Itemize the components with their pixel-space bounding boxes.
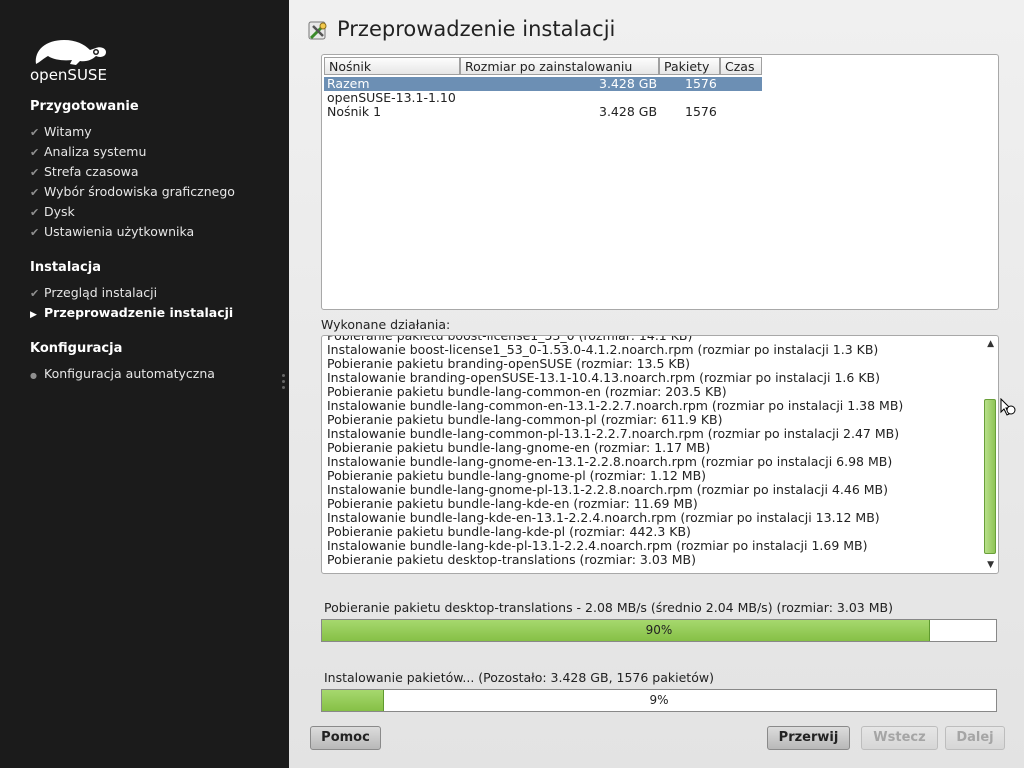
next-button[interactable]: Dalej (945, 726, 1005, 750)
sidebar-item-auto-configuration: ● Konfiguracja automatyczna (30, 366, 215, 382)
install-progress-text: 9% (649, 693, 669, 707)
log-line: Pobieranie pakietu bundle-lang-kde-en (r… (327, 496, 698, 511)
back-button[interactable]: Wstecz (861, 726, 938, 750)
log-line: Pobieranie pakietu bundle-lang-common-pl… (327, 412, 723, 427)
media-table[interactable]: Nośnik Rozmiar po zainstalowaniu Pakiety… (321, 54, 999, 310)
sidebar-item-disk: ✔ Dysk (30, 204, 75, 220)
column-header-installed-size[interactable]: Rozmiar po zainstalowaniu (460, 57, 659, 75)
logo-text: openSUSE (30, 66, 107, 84)
cell-medium: openSUSE-13.1-1.10 (327, 90, 456, 105)
log-line: Instalowanie bundle-lang-kde-en-13.1-2.2… (327, 510, 880, 525)
log-line: Instalowanie bundle-lang-kde-pl-13.1-2.2… (327, 538, 868, 553)
download-progress-label: Pobieranie pakietu desktop-translations … (324, 600, 893, 615)
bullet-icon: ● (30, 371, 37, 380)
abort-button[interactable]: Przerwij (767, 726, 850, 750)
log-line: Pobieranie pakietu branding-openSUSE (ro… (327, 356, 691, 371)
log-line: Pobieranie pakietu bundle-lang-kde-pl (r… (327, 524, 691, 539)
log-line: Instalowanie bundle-lang-gnome-en-13.1-2… (327, 454, 893, 469)
cell-size: 3.428 GB (599, 76, 658, 91)
sidebar-item-perform-installation: ▶ Przeprowadzenie instalacji (30, 305, 233, 321)
sidebar-item-label: Witamy (44, 124, 92, 139)
cell-size: 3.428 GB (599, 104, 658, 119)
chameleon-icon (35, 40, 106, 65)
installation-tools-icon (308, 21, 327, 40)
sidebar-item-label: Przegląd instalacji (44, 285, 158, 300)
log-scrollbar-thumb[interactable] (984, 399, 996, 554)
sidebar-item-desktop-selection: ✔ Wybór środowiska graficznego (30, 184, 235, 200)
column-header-time[interactable]: Czas (720, 57, 762, 75)
log-line: Instalowanie boost-license1_53_0-1.53.0-… (327, 342, 879, 357)
busy-cursor-icon (1000, 398, 1016, 416)
check-icon: ✔ (30, 146, 40, 159)
log-label: Wykonane działania: (321, 317, 451, 332)
scroll-down-arrow-icon[interactable]: ▼ (987, 560, 994, 570)
main-content: Przeprowadzenie instalacji Nośnik Rozmia… (289, 0, 1024, 768)
log-line: Instalowanie bundle-lang-gnome-pl-13.1-2… (327, 482, 889, 497)
download-progress-bar: 90% (321, 619, 997, 642)
log-line: Instalowanie bundle-lang-common-en-13.1-… (327, 398, 904, 413)
sidebar-item-label: Wybór środowiska graficznego (44, 184, 235, 199)
log-line: Pobieranie pakietu bundle-lang-gnome-pl … (327, 468, 707, 483)
table-row[interactable]: openSUSE-13.1-1.10 (324, 91, 762, 105)
log-line: Instalowanie branding-openSUSE-13.1-10.4… (327, 370, 880, 385)
log-line: Instalowanie bundle-lang-common-pl-13.1-… (327, 426, 900, 441)
current-arrow-icon: ▶ (30, 310, 37, 320)
abort-button-label: Przerwij (778, 730, 839, 745)
section-title-installation: Instalacja (30, 260, 101, 275)
download-progress-text: 90% (645, 623, 673, 637)
column-header-medium[interactable]: Nośnik (324, 57, 460, 75)
sidebar-item-welcome: ✔ Witamy (30, 124, 92, 140)
install-progress-label: Instalowanie pakietów... (Pozostało: 3.4… (324, 670, 714, 685)
column-header-packages[interactable]: Pakiety (659, 57, 720, 75)
cell-medium: Razem (327, 76, 370, 91)
section-title-configuration: Konfiguracja (30, 341, 123, 356)
sidebar-resize-handle[interactable] (282, 374, 286, 396)
install-progress-bar: 9% (321, 689, 997, 712)
sidebar-item-label: Strefa czasowa (44, 164, 139, 179)
cell-packages: 1576 (685, 104, 717, 119)
sidebar-item-label: Dysk (44, 204, 75, 219)
page-title: Przeprowadzenie instalacji (337, 17, 616, 41)
sidebar-item-label: Analiza systemu (44, 144, 147, 159)
sidebar-item-label: Konfiguracja automatyczna (44, 366, 215, 381)
sidebar-item-user-settings: ✔ Ustawienia użytkownika (30, 224, 194, 240)
check-icon: ✔ (30, 226, 40, 239)
scroll-up-arrow-icon[interactable]: ▲ (987, 339, 994, 349)
check-icon: ✔ (30, 186, 40, 199)
check-icon: ✔ (30, 206, 40, 219)
help-button[interactable]: Pomoc (310, 726, 381, 750)
cell-medium: Nośnik 1 (327, 104, 382, 119)
sidebar-item-label: Ustawienia użytkownika (44, 224, 195, 239)
sidebar-item-system-analysis: ✔ Analiza systemu (30, 144, 146, 160)
next-button-label: Dalej (956, 730, 994, 745)
log-lines: Pobieranie pakietu boost-license1_53_0 (… (327, 336, 977, 567)
cell-packages: 1576 (685, 76, 717, 91)
log-line: Pobieranie pakietu bundle-lang-gnome-en … (327, 440, 711, 455)
section-title-preparation: Przygotowanie (30, 99, 139, 114)
back-button-label: Wstecz (873, 730, 926, 745)
opensuse-logo: openSUSE (30, 34, 114, 84)
log-line: Pobieranie pakietu desktop-translations … (327, 552, 696, 567)
sidebar: openSUSE Przygotowanie ✔ Witamy ✔ Analiza … (0, 0, 289, 768)
sidebar-item-installation-overview: ✔ Przegląd instalacji (30, 285, 157, 301)
table-row[interactable]: Nośnik 1 3.428 GB 1576 (324, 105, 762, 119)
check-icon: ✔ (30, 287, 40, 300)
sidebar-item-timezone: ✔ Strefa czasowa (30, 164, 139, 180)
table-row[interactable]: Razem 3.428 GB 1576 (324, 77, 762, 91)
check-icon: ✔ (30, 166, 40, 179)
actions-log[interactable]: Pobieranie pakietu boost-license1_53_0 (… (321, 335, 999, 574)
log-line: Pobieranie pakietu bundle-lang-common-en… (327, 384, 727, 399)
sidebar-item-label: Przeprowadzenie instalacji (44, 305, 234, 320)
check-icon: ✔ (30, 126, 40, 139)
